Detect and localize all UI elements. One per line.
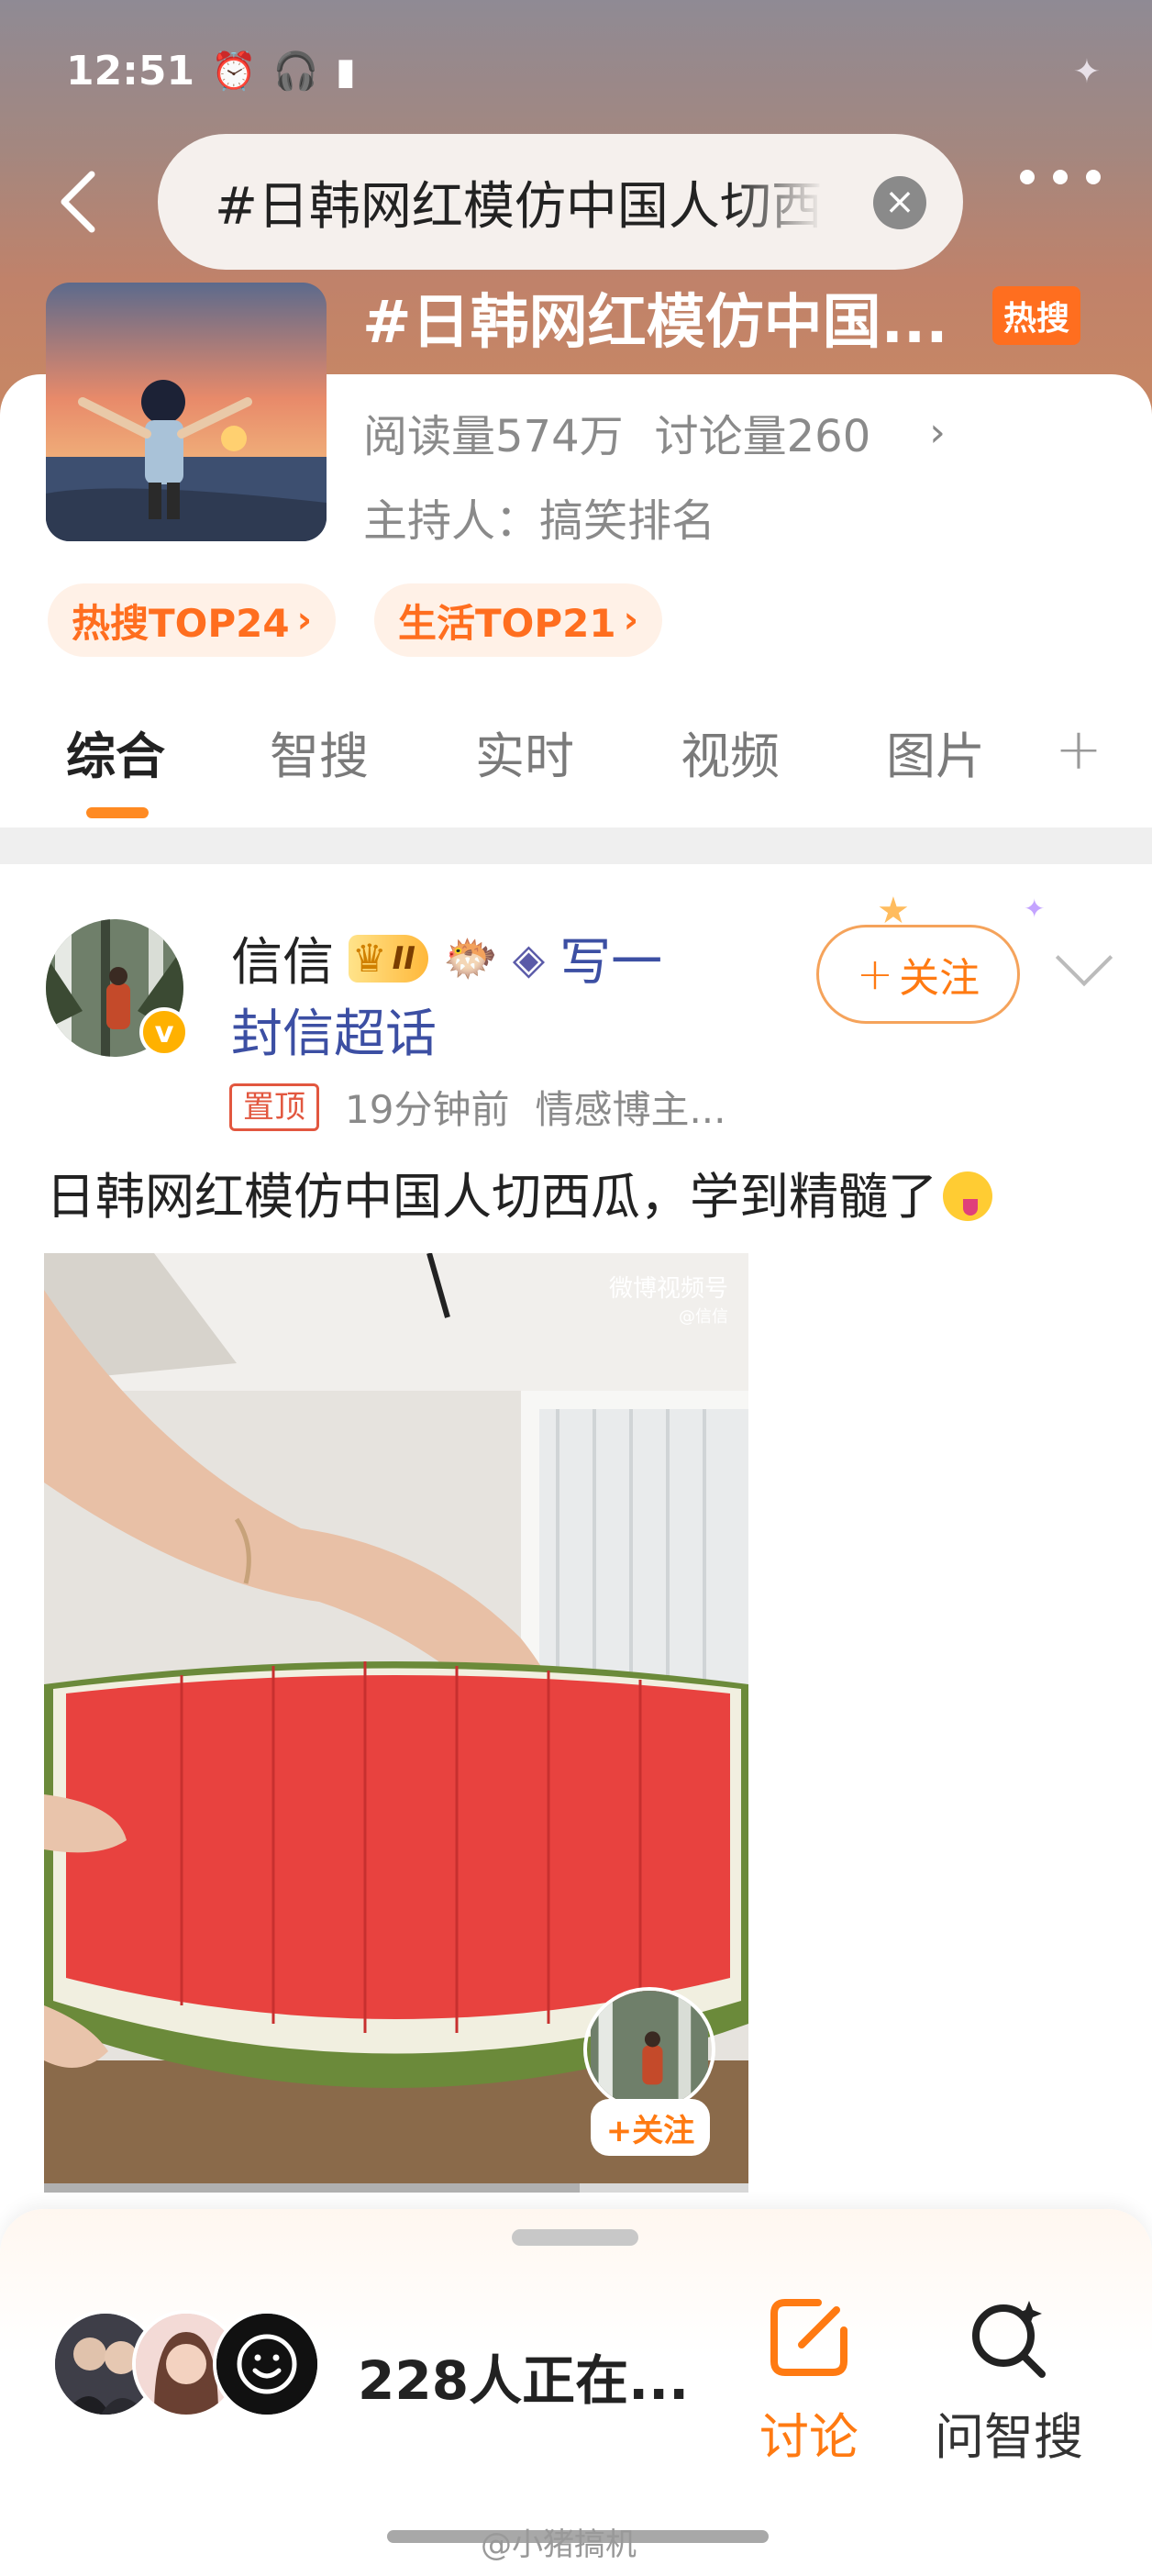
- signal-icon: ✦: [1072, 53, 1101, 91]
- hot-badge: 热搜: [992, 286, 1081, 345]
- chevron-right-icon: ›: [929, 408, 946, 456]
- video-player[interactable]: 微博视频号 @信信 +关注: [44, 1253, 748, 2191]
- author-name[interactable]: 信信: [231, 921, 334, 995]
- post-meta: 置顶 19分钟前 情感博主...: [229, 1079, 726, 1135]
- tab-realtime[interactable]: 实时: [475, 716, 574, 788]
- more-dot-icon: [1086, 170, 1101, 184]
- smiley-icon: [216, 2314, 317, 2415]
- plus-icon: +: [856, 949, 894, 1000]
- rank-tag-hot[interactable]: 热搜TOP24 ›: [48, 583, 337, 657]
- pufferfish-icon: 🐡: [442, 933, 498, 984]
- crown-icon: ♛: [352, 936, 387, 981]
- rank-tag-life[interactable]: 生活TOP21 ›: [374, 583, 663, 657]
- sheet-handle[interactable]: [512, 2229, 638, 2246]
- chevron-right-icon: ›: [623, 599, 639, 641]
- section-divider: [0, 827, 1152, 864]
- ask-smart-search-button[interactable]: 问智搜: [917, 2293, 1101, 2469]
- watermark-label: 微博视频号: [608, 1275, 728, 1303]
- headphones-icon: 🎧: [272, 50, 319, 93]
- super-topic-link[interactable]: 写一: [559, 921, 662, 995]
- status-time: 12:51: [66, 48, 195, 94]
- chevron-right-icon: ›: [296, 599, 313, 641]
- super-topic-link-cont[interactable]: 封信超话: [231, 993, 437, 1067]
- tongue-emoji-icon: [943, 1171, 992, 1221]
- video-author-avatar[interactable]: [583, 1987, 715, 2112]
- video-watermark: 微博视频号 @信信: [609, 1270, 728, 1327]
- tab-bar: 综合 智搜 实时 视频 图片 +: [0, 716, 1152, 818]
- topic-thumbnail[interactable]: [46, 283, 327, 541]
- more-menu-button[interactable]: [1020, 170, 1101, 184]
- participant-avatar: [213, 2310, 321, 2418]
- discussion-count: 讨论量260: [654, 411, 871, 462]
- forest-avatar-image: [591, 1991, 708, 2108]
- search-input[interactable]: #日韩网红模仿中国人切西 ×: [158, 134, 963, 270]
- tab-smart-search[interactable]: 智搜: [270, 716, 369, 788]
- author-line: 信信 ♛ II 🐡 ◈ 写一: [231, 921, 662, 995]
- video-progress-fill: [44, 2183, 580, 2193]
- verified-badge-icon: v: [139, 1007, 189, 1057]
- sparkle-decoration-icon: ✦: [1024, 894, 1046, 924]
- rank-tag-label: 热搜TOP24: [72, 600, 290, 646]
- sunset-boy-image: [46, 283, 327, 541]
- author-category: 情感博主...: [535, 1087, 726, 1132]
- tab-video[interactable]: 视频: [681, 716, 780, 788]
- pinned-tag: 置顶: [229, 1083, 319, 1131]
- watermark-handle: @信信: [679, 1307, 728, 1327]
- active-tab-indicator: [86, 807, 149, 818]
- back-button[interactable]: [51, 165, 106, 239]
- read-count: 阅读量574万: [363, 411, 624, 462]
- credit-watermark: @小猪搞机: [481, 2526, 637, 2563]
- topic-host[interactable]: 主持人：搞笑排名: [363, 484, 715, 549]
- vip-badge: ♛ II: [349, 934, 428, 983]
- search-query: #日韩网红模仿中国人切西: [215, 176, 823, 237]
- vip-level: II: [392, 939, 415, 977]
- diamond-icon: ◈: [512, 933, 546, 983]
- follow-label: 关注: [899, 955, 980, 1002]
- discuss-label: 讨论: [759, 2408, 858, 2466]
- tab-images[interactable]: 图片: [886, 716, 985, 788]
- tab-comprehensive[interactable]: 综合: [66, 716, 165, 788]
- follow-button[interactable]: + 关注: [816, 925, 1020, 1024]
- chevron-left-icon: [61, 171, 95, 233]
- more-dot-icon: [1020, 170, 1035, 184]
- alarm-icon: ⏰: [211, 50, 257, 93]
- rank-tag-label: 生活TOP21: [398, 600, 616, 646]
- discuss-button[interactable]: 讨论: [731, 2293, 887, 2469]
- battery-icon: ▮: [335, 50, 356, 93]
- ai-search-icon: [972, 2301, 1046, 2378]
- post-time: 19分钟前: [345, 1087, 510, 1132]
- more-dot-icon: [1053, 170, 1068, 184]
- topic-stats[interactable]: 阅读量574万 讨论量260 ›: [363, 400, 946, 464]
- post-text[interactable]: 日韩网红模仿中国人切西瓜，学到精髓了: [46, 1156, 992, 1228]
- clear-search-button[interactable]: ×: [873, 176, 926, 229]
- topic-title: #日韩网红模仿中国...: [362, 289, 948, 357]
- post-text-content: 日韩网红模仿中国人切西瓜，学到精髓了: [46, 1168, 937, 1226]
- chevron-down-icon[interactable]: [1055, 928, 1113, 987]
- ask-label: 问智搜: [935, 2408, 1083, 2466]
- add-tab-button[interactable]: +: [1055, 716, 1102, 783]
- status-bar: 12:51 ⏰ 🎧 ▮: [66, 48, 356, 94]
- video-follow-button[interactable]: +关注: [591, 2099, 710, 2156]
- online-count[interactable]: 228人正在...: [358, 2337, 689, 2415]
- edit-icon: [770, 2299, 847, 2376]
